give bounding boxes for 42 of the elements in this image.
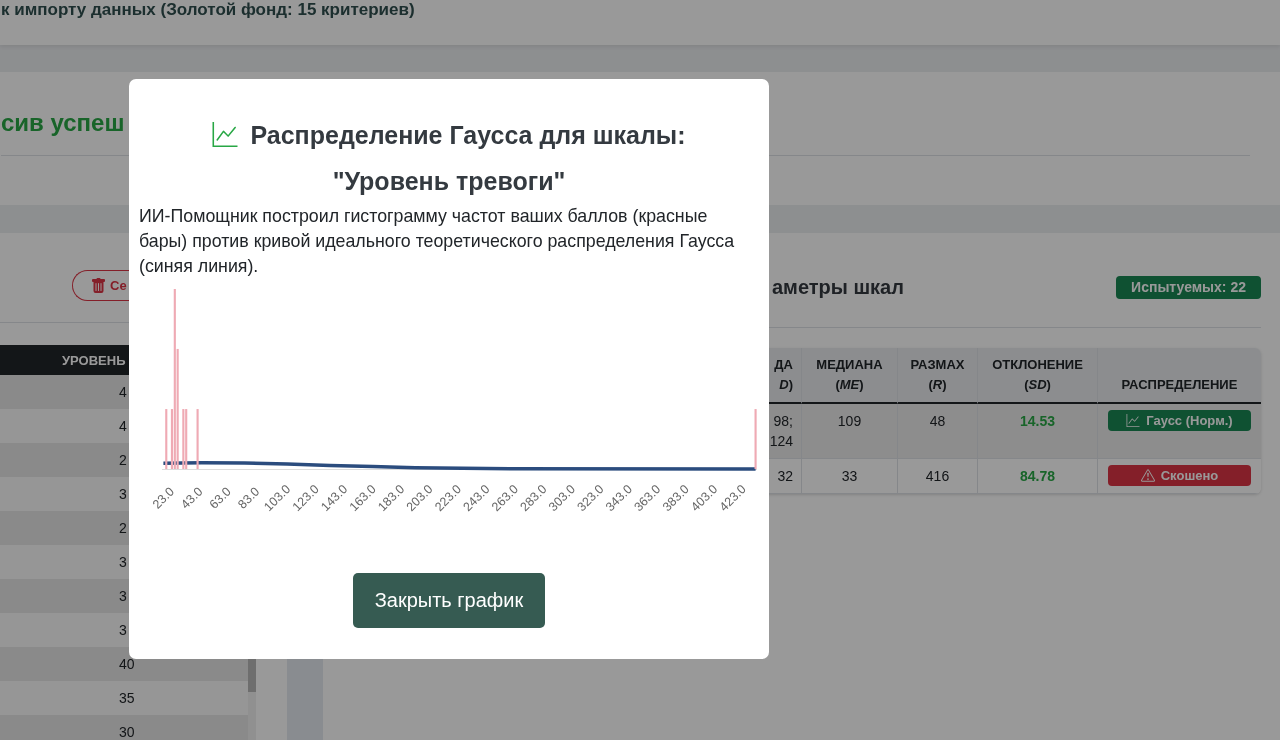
level-value: 4: [119, 418, 127, 434]
scale-name: "Уровень тревоги": [331, 166, 567, 197]
close-button[interactable]: Закрыть график: [352, 573, 546, 628]
level-value: 3: [119, 622, 127, 638]
warning-icon: [1140, 469, 1155, 482]
table-cell: 109: [801, 404, 897, 459]
column-title: УРОВЕНЬ: [62, 353, 126, 368]
column-header: РАСПРЕДЕЛЕНИЕ: [1097, 348, 1261, 404]
distribution-button[interactable]: Гаусс (Норм.): [1108, 410, 1251, 431]
modal-title: Распределение Гаусса для шкалы:: [250, 121, 686, 149]
table-cell: 48: [897, 404, 977, 459]
status-message: сив успеш: [1, 108, 125, 138]
modal-description: ИИ-Помощник построил гистограмму частот ваших баллов (красные бары) против кривой идеального теоретического распределения Гаусса (синяя линия).: [139, 205, 736, 278]
table-cell: 33: [801, 459, 897, 494]
level-value: 3: [119, 554, 127, 570]
axis-tick-label: 63.0: [206, 484, 234, 512]
trash-icon: [92, 278, 105, 293]
level-value: 40: [119, 656, 135, 672]
line-chart-icon: [1126, 414, 1141, 427]
table-cell: 14.53: [977, 404, 1097, 459]
axis-tick-label: 43.0: [178, 484, 206, 512]
column-header: РАЗМАХ (R): [897, 348, 977, 404]
level-value: 4: [119, 384, 127, 400]
cell-value: 98; 124: [769, 412, 793, 451]
distribution-button[interactable]: Скошено: [1108, 465, 1251, 486]
scrollbar-thumb[interactable]: [248, 659, 256, 692]
level-value: 2: [119, 520, 127, 536]
level-value: 3: [119, 486, 127, 502]
line-chart-icon: [212, 122, 239, 147]
table-cell: 416: [897, 459, 977, 494]
cell-value: 32: [777, 467, 793, 486]
level-value: 35: [119, 690, 135, 706]
level-value: 2: [119, 452, 127, 468]
level-value: 3: [119, 588, 127, 604]
table-cell: 84.78: [977, 459, 1097, 494]
column-header: ОТКЛОНЕНИЕ (SD): [977, 348, 1097, 404]
level-value: 30: [119, 724, 135, 740]
column-title: ДА D): [774, 356, 793, 394]
count-badge: Испытуемых: 22: [1116, 276, 1261, 299]
column-header: МЕДИАНА (ME): [801, 348, 897, 404]
panel-title: аметры шкал: [772, 276, 904, 299]
page-title: к импорту данных (Золотой фонд: 15 критериев): [1, 0, 415, 20]
